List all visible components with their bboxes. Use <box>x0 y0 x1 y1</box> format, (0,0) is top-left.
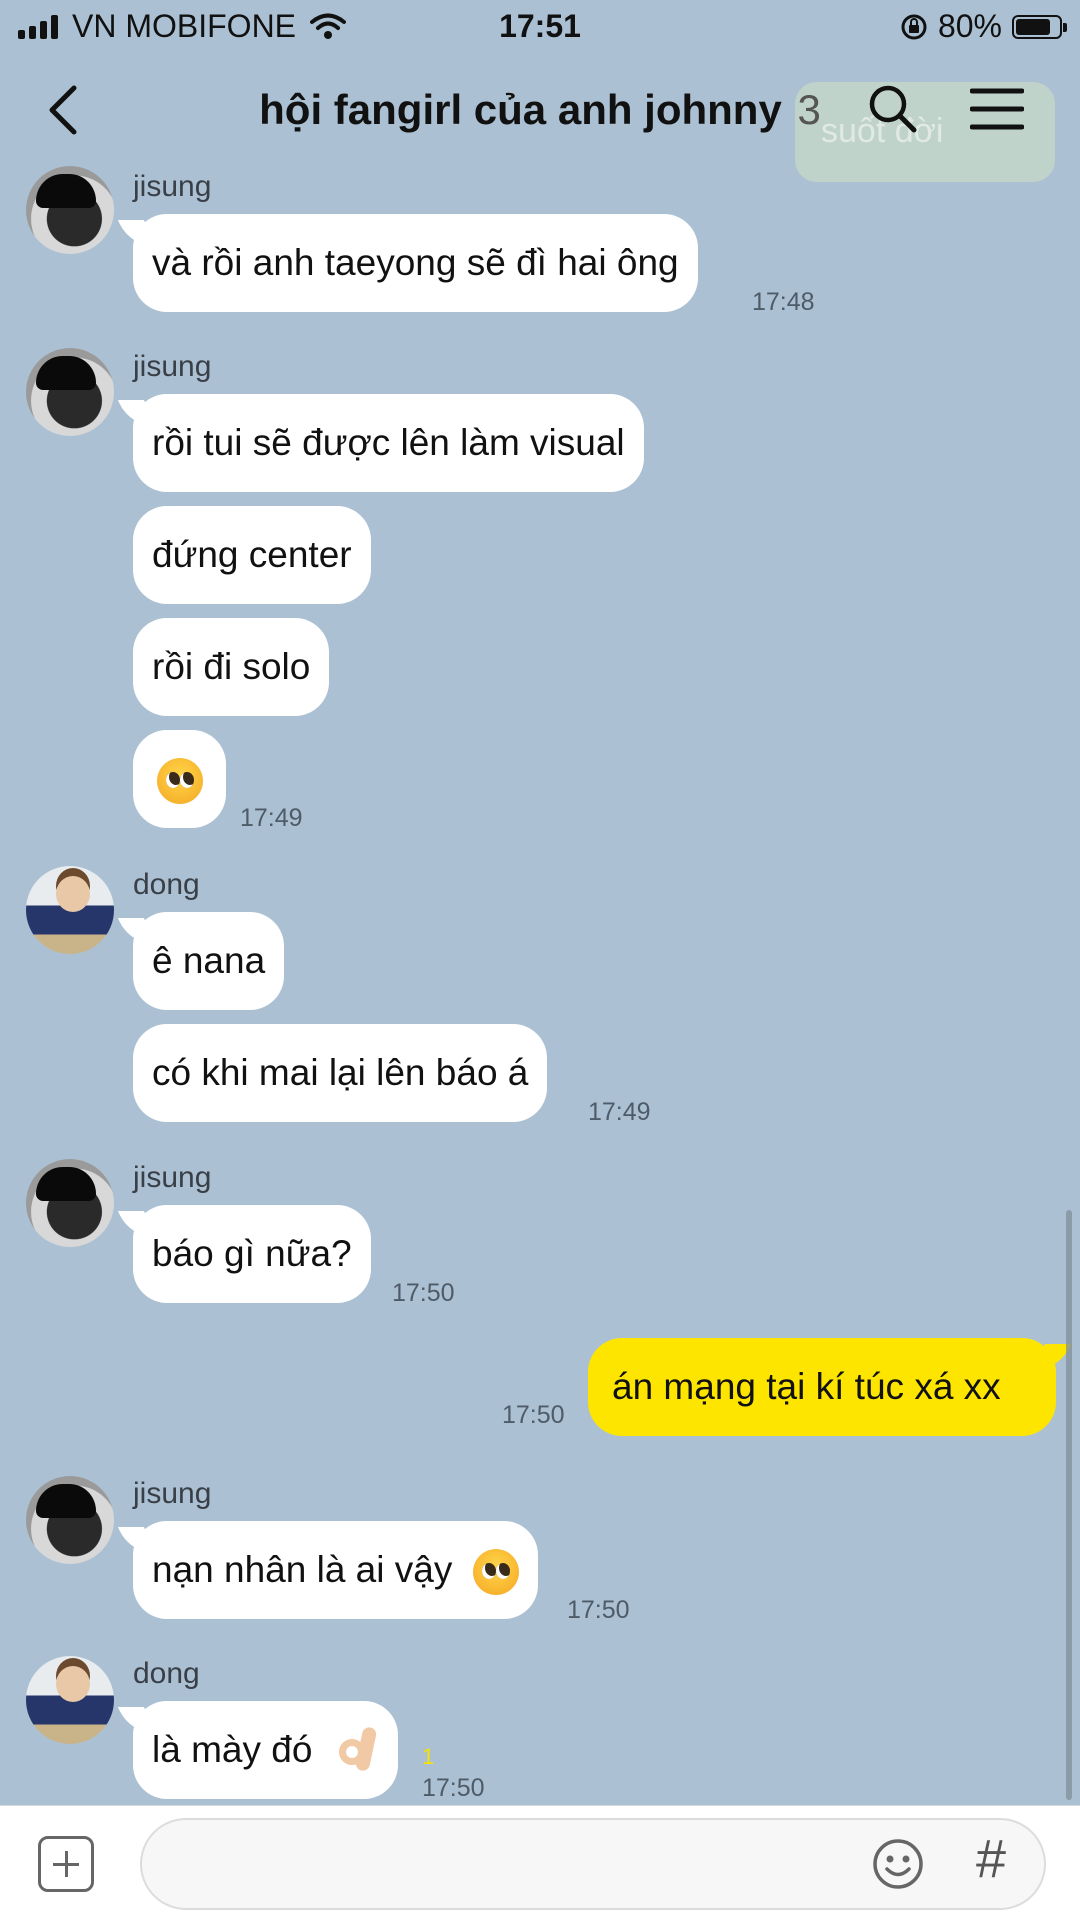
sender-name: jisung <box>133 1161 212 1194</box>
message-time: 17:50 <box>502 1401 565 1429</box>
message-bubble[interactable]: nạn nhân là ai vậy <box>133 1521 538 1619</box>
battery-fill <box>1016 18 1050 35</box>
sender-name: dong <box>133 868 200 901</box>
sender-name: jisung <box>133 1477 212 1510</box>
avatar-dong[interactable] <box>26 1656 114 1744</box>
message-bubble[interactable]: ê nana <box>133 912 285 1010</box>
sender-name: jisung <box>133 350 212 383</box>
message-text: nạn nhân là ai vậy <box>152 1549 453 1590</box>
search-button[interactable] <box>866 82 918 134</box>
avatar-jisung[interactable] <box>26 166 114 254</box>
message-time: 17:48 <box>752 288 815 316</box>
chat-title: hội fangirl của anh johnny 3 <box>0 86 1080 134</box>
scrollbar[interactable] <box>1066 1210 1072 1800</box>
emoji-button[interactable] <box>872 1838 924 1890</box>
pleading-face-icon <box>156 758 203 805</box>
message-bubble[interactable]: rồi tui sẽ được lên làm visual <box>133 394 644 492</box>
sender-name: dong <box>133 1657 200 1690</box>
member-count: 3 <box>797 86 821 133</box>
message-bubble[interactable]: và rồi anh taeyong sẽ đì hai ông <box>133 214 698 312</box>
message-time: 17:50 <box>422 1774 485 1802</box>
message-time: 17:50 <box>392 1279 455 1307</box>
battery-percent: 80% <box>937 8 1002 44</box>
chat-header: suốt đời hội fangirl của anh johnny 3 <box>0 54 1080 182</box>
status-right: 80% <box>900 8 1067 45</box>
pleading-face-icon <box>472 1549 519 1596</box>
plus-button[interactable] <box>38 1836 94 1892</box>
message-bubble[interactable]: đứng center <box>133 506 371 604</box>
message-bubble-emoji[interactable] <box>133 730 226 828</box>
message-bubble[interactable]: báo gì nữa? <box>133 1205 371 1303</box>
chat-title-text: hội fangirl của anh johnny <box>259 86 782 133</box>
my-message-bubble[interactable]: án mạng tại kí túc xá xx <box>588 1338 1056 1436</box>
message-text: là mày đó <box>152 1729 313 1770</box>
message-time: 17:50 <box>567 1596 630 1624</box>
unread-count: 1 <box>422 1744 435 1769</box>
ok-hand-icon <box>333 1727 379 1777</box>
avatar-jisung[interactable] <box>26 1159 114 1247</box>
menu-button[interactable] <box>970 86 1024 132</box>
hash-button[interactable]: # <box>976 1828 1006 1890</box>
status-bar: VN MOBIFONE 17:51 80% <box>0 0 1080 54</box>
input-bar: # <box>0 1805 1080 1921</box>
sender-name: jisung <box>133 170 212 203</box>
avatar-jisung[interactable] <box>26 1476 114 1564</box>
message-time: 17:49 <box>240 804 303 832</box>
avatar-jisung[interactable] <box>26 348 114 436</box>
avatar-dong[interactable] <box>26 866 114 954</box>
battery-icon <box>1012 14 1067 39</box>
message-time: 17:49 <box>588 1098 651 1126</box>
orientation-lock-icon <box>901 14 927 39</box>
message-bubble[interactable]: có khi mai lại lên báo á <box>133 1024 548 1122</box>
message-bubble[interactable]: là mày đó <box>133 1701 398 1799</box>
message-bubble[interactable]: rồi đi solo <box>133 618 330 716</box>
